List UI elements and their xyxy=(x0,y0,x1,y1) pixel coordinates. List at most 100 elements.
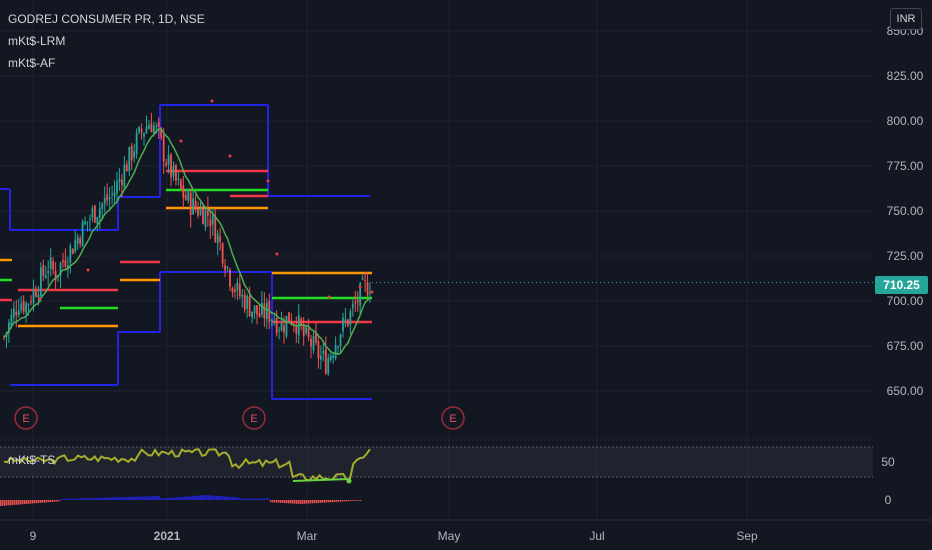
candle-body xyxy=(167,155,170,165)
histogram-bar xyxy=(146,496,148,500)
candle-body xyxy=(283,325,285,333)
candle-body xyxy=(170,154,172,178)
time-axis-tick: Jul xyxy=(589,529,604,543)
candle-body xyxy=(312,335,315,351)
candle-body xyxy=(69,245,72,263)
candle-body xyxy=(22,300,25,312)
histogram-bar xyxy=(250,498,252,500)
histogram-bar xyxy=(122,497,124,500)
pivot-marker xyxy=(86,268,90,272)
histogram-bar xyxy=(270,500,272,503)
currency-button[interactable]: INR xyxy=(890,8,922,30)
candle-body xyxy=(98,208,101,218)
histogram-bar xyxy=(154,496,156,500)
histogram-bar xyxy=(294,500,296,504)
histogram-bar xyxy=(52,500,54,502)
candle-body xyxy=(285,315,288,337)
histogram-bar xyxy=(104,497,106,500)
candle-body xyxy=(229,269,231,287)
candle-body xyxy=(238,284,241,297)
indicator-ts-label: mKt$-TS xyxy=(8,453,56,467)
last-price-badge: 710.25 xyxy=(875,276,928,294)
candle-body xyxy=(327,358,330,374)
candle-body xyxy=(243,294,246,311)
chart-canvas[interactable]: E E E 650.00 675.00 700.00 725.00 750.00 775.00 8… xyxy=(0,0,932,550)
earnings-marker-label: E xyxy=(22,413,29,425)
candle-body xyxy=(135,132,138,154)
candle-body xyxy=(113,192,116,197)
histogram-bar xyxy=(110,497,112,500)
histogram-bar xyxy=(216,495,218,500)
histogram-bar xyxy=(172,497,174,500)
histogram-bar xyxy=(116,497,118,500)
candle-body xyxy=(145,126,148,133)
candle-body xyxy=(155,125,158,127)
candle-body xyxy=(241,294,244,297)
price-axis-tick: 700.00 xyxy=(887,294,924,308)
histogram-bar xyxy=(62,498,64,500)
candle-body xyxy=(108,197,111,200)
histogram-bar xyxy=(278,500,280,503)
histogram-bar xyxy=(220,496,222,500)
histogram-bar xyxy=(4,500,6,506)
candle-body xyxy=(64,259,67,267)
histogram-bar xyxy=(42,500,44,503)
oscillator-axis-tick: 0 xyxy=(885,493,892,507)
histogram-bar xyxy=(164,498,166,500)
histogram-bar xyxy=(120,497,122,500)
histogram-bar xyxy=(218,496,220,500)
histogram-bar xyxy=(288,500,290,504)
histogram-bar xyxy=(18,500,20,505)
histogram-bar xyxy=(136,496,138,500)
histogram-bar xyxy=(260,498,262,500)
histogram-bar xyxy=(302,500,304,504)
histogram-bar xyxy=(308,500,310,504)
pivot-marker xyxy=(358,285,362,289)
histogram-bar xyxy=(312,500,314,504)
histogram-bar xyxy=(244,498,246,500)
candle-body xyxy=(204,209,207,228)
candle-body xyxy=(76,237,79,244)
candle-body xyxy=(79,238,82,244)
candle-body xyxy=(86,221,89,223)
histogram-bar xyxy=(168,497,170,500)
candle-body xyxy=(123,164,126,188)
time-axis-tick: 9 xyxy=(30,529,37,543)
oscillator-divergence-line xyxy=(292,478,350,482)
pivot-marker xyxy=(210,99,214,103)
histogram-bar xyxy=(344,500,346,502)
pivot-marker xyxy=(179,139,183,143)
candle-body xyxy=(96,217,99,224)
histogram-bar xyxy=(282,500,284,503)
candle-body xyxy=(42,265,45,276)
histogram-bar xyxy=(68,498,70,500)
histogram-bar xyxy=(150,496,152,500)
histogram-bar xyxy=(36,500,38,504)
earnings-marker: E xyxy=(441,406,465,430)
time-axis-tick: 2021 xyxy=(154,529,181,543)
candle-body xyxy=(152,125,155,134)
histogram-bar xyxy=(348,500,350,502)
candle-body xyxy=(140,128,143,134)
pivot-marker xyxy=(327,295,331,299)
histogram-bar xyxy=(138,496,140,500)
histogram-bar xyxy=(142,496,144,500)
candle-body xyxy=(280,322,283,331)
histogram-bar xyxy=(262,498,264,500)
indicator-af-label: mKt$-AF xyxy=(8,56,56,70)
histogram-bar xyxy=(206,495,208,500)
time-axis-tick: Mar xyxy=(297,529,318,543)
candle-body xyxy=(121,179,123,185)
histogram-bar xyxy=(64,498,66,500)
indicator-lrm-label: mKt$-LRM xyxy=(8,34,66,48)
candle-body xyxy=(44,275,47,278)
histogram-bar xyxy=(248,498,250,500)
earnings-marker-label: E xyxy=(449,413,456,425)
histogram-bar xyxy=(78,498,80,500)
histogram-bar xyxy=(290,500,292,504)
candle-body xyxy=(17,310,20,316)
histogram-bar xyxy=(266,498,268,500)
histogram-bar xyxy=(160,498,162,500)
histogram-bar xyxy=(330,500,332,503)
candle-body xyxy=(12,308,15,318)
